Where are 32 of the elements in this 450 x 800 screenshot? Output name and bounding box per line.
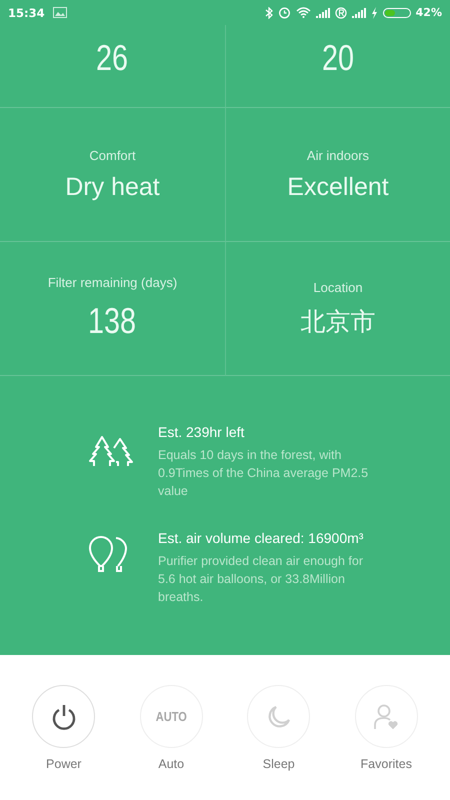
info-description: Purifier provided clean air enough for 5.6 hot air balloons, or 33.8Million breaths.	[158, 553, 364, 606]
person-heart-icon	[373, 702, 400, 730]
bluetooth-icon	[264, 6, 273, 18]
auto-icon: AUTO	[156, 709, 187, 724]
tile-value: 138	[88, 300, 137, 342]
alarm-clock-icon	[278, 6, 291, 19]
wifi-icon	[296, 7, 311, 18]
mode-label: Auto	[158, 757, 184, 771]
tile-value: 26	[96, 37, 128, 79]
mode-label: Favorites	[360, 757, 412, 771]
tile-label: Filter remaining (days)	[48, 275, 178, 290]
tile-label: Location	[313, 280, 363, 294]
roaming-icon	[334, 6, 347, 18]
tile-label: Comfort	[89, 148, 136, 162]
info-title: Est. air volume cleared: 16900m³	[158, 530, 364, 546]
tile-value: 20	[322, 37, 354, 79]
mode-label: Sleep	[262, 757, 295, 771]
tile-value: 北京市	[300, 306, 376, 338]
battery-percentage: 42%	[416, 6, 442, 19]
signal-icon	[352, 8, 366, 18]
status-time: 15:34	[8, 6, 45, 20]
battery-icon	[382, 8, 411, 18]
info-description: Equals 10 days in the forest, with 0.9Times of the China average PM2.5 value	[158, 447, 370, 500]
signal-icon	[316, 8, 330, 18]
power-icon	[50, 702, 77, 730]
info-title: Est. 239hr left	[158, 424, 246, 440]
tile-label: Air indoors	[306, 148, 370, 162]
moon-icon	[266, 704, 292, 730]
image-icon	[52, 7, 67, 18]
tile-value: Excellent	[287, 172, 389, 202]
mode-label: Power	[46, 757, 82, 771]
tile-value: Dry heat	[65, 172, 160, 202]
